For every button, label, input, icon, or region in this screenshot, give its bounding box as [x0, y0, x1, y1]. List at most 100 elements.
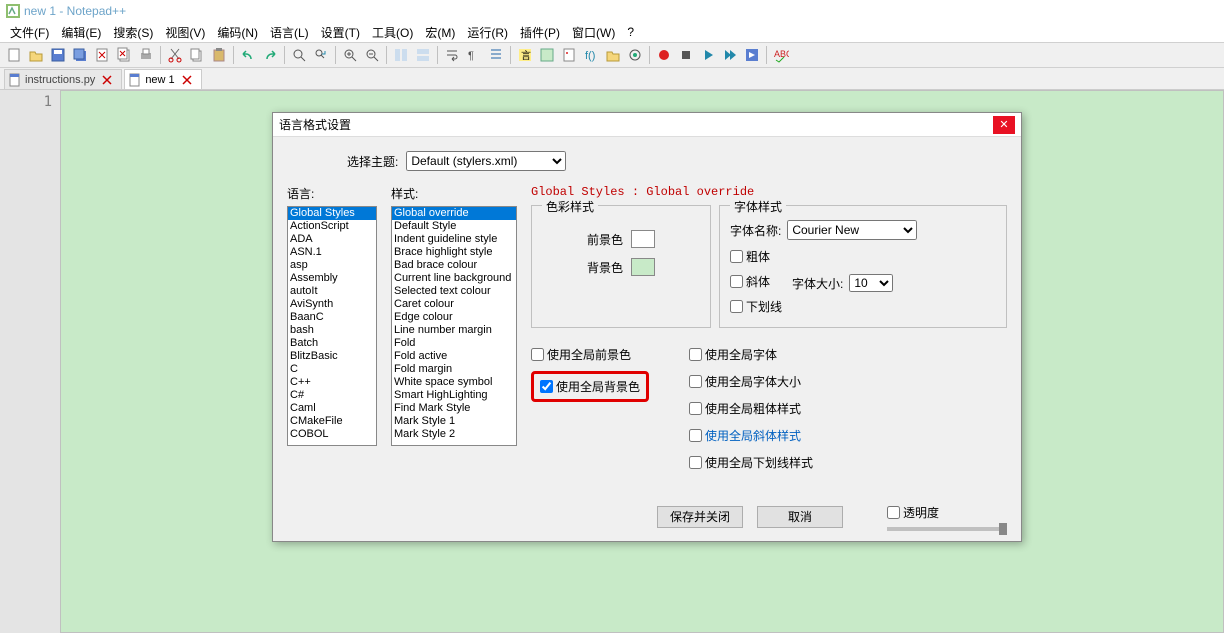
list-item[interactable]: BlitzBasic [288, 350, 376, 363]
dialog-title-bar[interactable]: 语言格式设置 ✕ [273, 113, 1021, 137]
monitor-icon[interactable] [625, 45, 645, 65]
paste-icon[interactable] [209, 45, 229, 65]
print-icon[interactable] [136, 45, 156, 65]
wrap-icon[interactable] [442, 45, 462, 65]
global-background-checkbox[interactable]: 使用全局背景色 [540, 378, 640, 395]
menu-macro[interactable]: 宏(M) [419, 22, 461, 43]
list-item[interactable]: asp [288, 259, 376, 272]
list-item[interactable]: Mark Style 1 [392, 415, 516, 428]
document-tab[interactable]: instructions.py [4, 69, 122, 89]
play-macro-icon[interactable] [698, 45, 718, 65]
redo-icon[interactable] [260, 45, 280, 65]
list-item[interactable]: AviSynth [288, 298, 376, 311]
list-item[interactable]: C++ [288, 376, 376, 389]
menu-edit[interactable]: 编辑(E) [55, 22, 107, 43]
list-item[interactable]: bash [288, 324, 376, 337]
close-tab-icon[interactable] [101, 74, 113, 86]
list-item[interactable]: Bad brace colour [392, 259, 516, 272]
background-color-swatch[interactable] [631, 258, 655, 276]
replace-icon[interactable] [311, 45, 331, 65]
menu-plugin[interactable]: 插件(P) [514, 22, 566, 43]
list-item[interactable]: Default Style [392, 220, 516, 233]
list-item[interactable]: Current line background [392, 272, 516, 285]
style-listbox[interactable]: Global overrideDefault StyleIndent guide… [391, 206, 517, 446]
list-item[interactable]: Fold [392, 337, 516, 350]
list-item[interactable]: Assembly [288, 272, 376, 285]
list-item[interactable]: C [288, 363, 376, 376]
cancel-button[interactable]: 取消 [757, 506, 843, 528]
close-tab-icon[interactable] [181, 74, 193, 86]
lang-icon[interactable]: 言 [515, 45, 535, 65]
list-item[interactable]: Fold active [392, 350, 516, 363]
underline-checkbox[interactable]: 下划线 [730, 298, 782, 315]
close-all-icon[interactable] [114, 45, 134, 65]
global-italic-checkbox[interactable]: 使用全局斜体样式 [689, 427, 813, 444]
foreground-color-swatch[interactable] [631, 230, 655, 248]
open-file-icon[interactable] [26, 45, 46, 65]
new-file-icon[interactable] [4, 45, 24, 65]
save-all-icon[interactable] [70, 45, 90, 65]
doc-map-icon[interactable] [537, 45, 557, 65]
menu-window[interactable]: 窗口(W) [566, 22, 621, 43]
global-size-checkbox[interactable]: 使用全局字体大小 [689, 373, 813, 390]
record-macro-icon[interactable] [654, 45, 674, 65]
list-item[interactable]: Brace highlight style [392, 246, 516, 259]
transparency-slider[interactable] [887, 527, 1007, 531]
list-item[interactable]: Smart HighLighting [392, 389, 516, 402]
doc-list-icon[interactable] [559, 45, 579, 65]
transparency-checkbox[interactable]: 透明度 [887, 504, 939, 521]
global-font-checkbox[interactable]: 使用全局字体 [689, 346, 813, 363]
list-item[interactable]: CMakeFile [288, 415, 376, 428]
list-item[interactable]: Line number margin [392, 324, 516, 337]
list-item[interactable]: Global override [392, 207, 516, 220]
font-size-select[interactable]: 10 [849, 274, 893, 292]
list-item[interactable]: Mark Style 2 [392, 428, 516, 441]
global-underline-checkbox[interactable]: 使用全局下划线样式 [689, 454, 813, 471]
font-name-select[interactable]: Courier New [787, 220, 917, 240]
menu-encoding[interactable]: 编码(N) [211, 22, 264, 43]
list-item[interactable]: Caml [288, 402, 376, 415]
indent-guide-icon[interactable] [486, 45, 506, 65]
zoom-out-icon[interactable] [362, 45, 382, 65]
list-item[interactable]: Global Styles [288, 207, 376, 220]
menu-tool[interactable]: 工具(O) [366, 22, 419, 43]
show-all-chars-icon[interactable]: ¶ [464, 45, 484, 65]
func-list-icon[interactable]: f() [581, 45, 601, 65]
global-bold-checkbox[interactable]: 使用全局粗体样式 [689, 400, 813, 417]
copy-icon[interactable] [187, 45, 207, 65]
italic-checkbox[interactable]: 斜体 [730, 273, 782, 290]
menu-view[interactable]: 视图(V) [159, 22, 211, 43]
sync-v-icon[interactable] [391, 45, 411, 65]
document-tab[interactable]: new 1 [124, 69, 201, 89]
list-item[interactable]: autoIt [288, 285, 376, 298]
list-item[interactable]: ASN.1 [288, 246, 376, 259]
menu-setting[interactable]: 设置(T) [315, 22, 366, 43]
folder-view-icon[interactable] [603, 45, 623, 65]
find-icon[interactable] [289, 45, 309, 65]
spellcheck-icon[interactable]: ABC [771, 45, 791, 65]
global-foreground-checkbox[interactable]: 使用全局前景色 [531, 346, 649, 363]
language-listbox[interactable]: Global StylesActionScriptADAASN.1aspAsse… [287, 206, 377, 446]
close-dialog-button[interactable]: ✕ [993, 116, 1015, 134]
list-item[interactable]: Indent guideline style [392, 233, 516, 246]
list-item[interactable]: ADA [288, 233, 376, 246]
menu-file[interactable]: 文件(F) [4, 22, 55, 43]
menu-run[interactable]: 运行(R) [461, 22, 514, 43]
list-item[interactable]: Selected text colour [392, 285, 516, 298]
list-item[interactable]: Fold margin [392, 363, 516, 376]
list-item[interactable]: Find Mark Style [392, 402, 516, 415]
list-item[interactable]: ActionScript [288, 220, 376, 233]
list-item[interactable]: BaanC [288, 311, 376, 324]
list-item[interactable]: C# [288, 389, 376, 402]
list-item[interactable]: COBOL [288, 428, 376, 441]
menu-language[interactable]: 语言(L) [264, 22, 315, 43]
theme-select[interactable]: Default (stylers.xml) [406, 151, 566, 171]
menu-help[interactable]: ? [621, 23, 640, 41]
list-item[interactable]: Edge colour [392, 311, 516, 324]
list-item[interactable]: Batch [288, 337, 376, 350]
stop-macro-icon[interactable] [676, 45, 696, 65]
menu-search[interactable]: 搜索(S) [107, 22, 159, 43]
save-macro-icon[interactable] [742, 45, 762, 65]
cut-icon[interactable] [165, 45, 185, 65]
zoom-in-icon[interactable] [340, 45, 360, 65]
